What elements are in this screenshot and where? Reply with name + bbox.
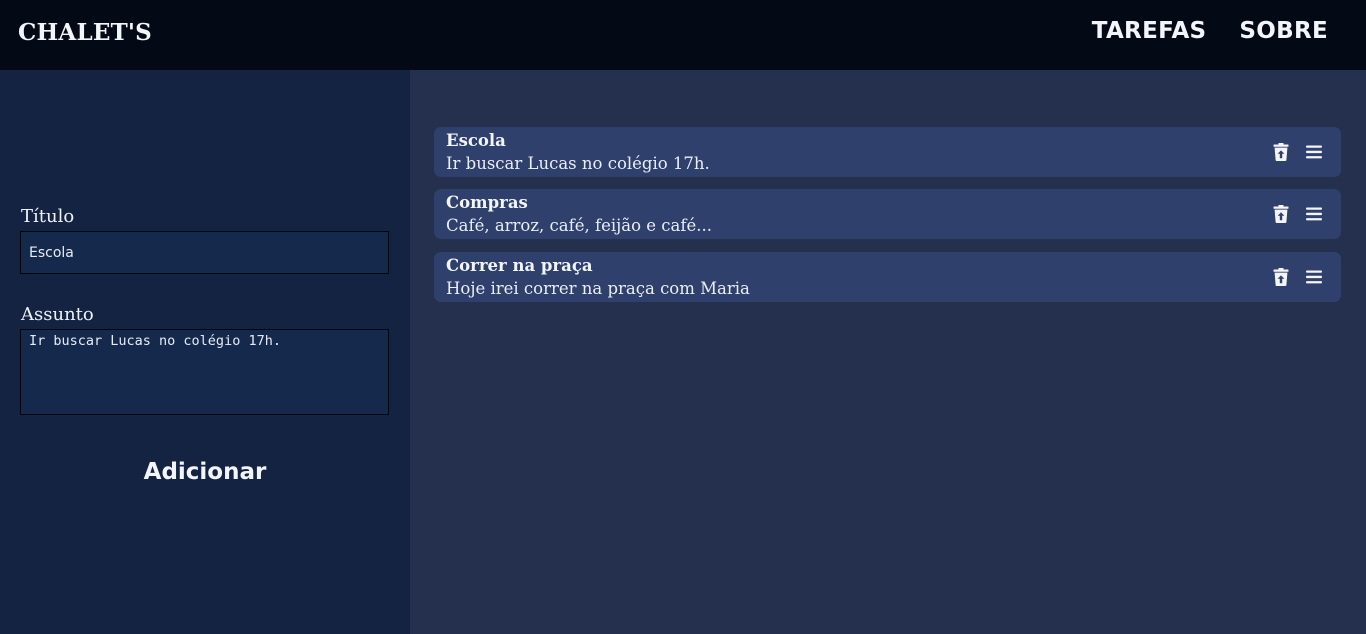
main-nav: TAREFAS SOBRE xyxy=(1092,18,1328,44)
top-navbar: CHALET'S TAREFAS SOBRE xyxy=(0,0,1366,70)
add-task-button[interactable]: Adicionar xyxy=(105,453,305,491)
task-description: Ir buscar Lucas no colégio 17h. xyxy=(446,154,710,173)
nav-link-tarefas[interactable]: TAREFAS xyxy=(1092,18,1207,44)
trash-restore-icon[interactable] xyxy=(1271,267,1291,287)
task-list-panel: Escola Ir buscar Lucas no colégio 17h. C… xyxy=(410,70,1366,634)
menu-icon[interactable] xyxy=(1304,267,1324,287)
subject-textarea[interactable] xyxy=(20,329,389,415)
trash-restore-icon[interactable] xyxy=(1271,204,1291,224)
task-title: Escola xyxy=(446,131,506,150)
task-description: Hoje irei correr na praça com Maria xyxy=(446,279,750,298)
task-card[interactable]: Escola Ir buscar Lucas no colégio 17h. xyxy=(434,127,1341,177)
task-card[interactable]: Compras Café, arroz, café, feijão e café… xyxy=(434,189,1341,239)
task-title: Compras xyxy=(446,193,528,212)
task-form-panel: Título Assunto Adicionar xyxy=(0,70,410,634)
title-input[interactable] xyxy=(20,231,389,274)
menu-icon[interactable] xyxy=(1304,204,1324,224)
task-title: Correr na praça xyxy=(446,256,593,275)
brand-logo[interactable]: CHALET'S xyxy=(18,19,152,46)
trash-restore-icon[interactable] xyxy=(1271,142,1291,162)
subject-label: Assunto xyxy=(21,304,94,325)
title-label: Título xyxy=(21,206,75,227)
task-card[interactable]: Correr na praça Hoje irei correr na praç… xyxy=(434,252,1341,302)
nav-link-sobre[interactable]: SOBRE xyxy=(1239,18,1328,44)
task-description: Café, arroz, café, feijão e café... xyxy=(446,216,712,235)
menu-icon[interactable] xyxy=(1304,142,1324,162)
